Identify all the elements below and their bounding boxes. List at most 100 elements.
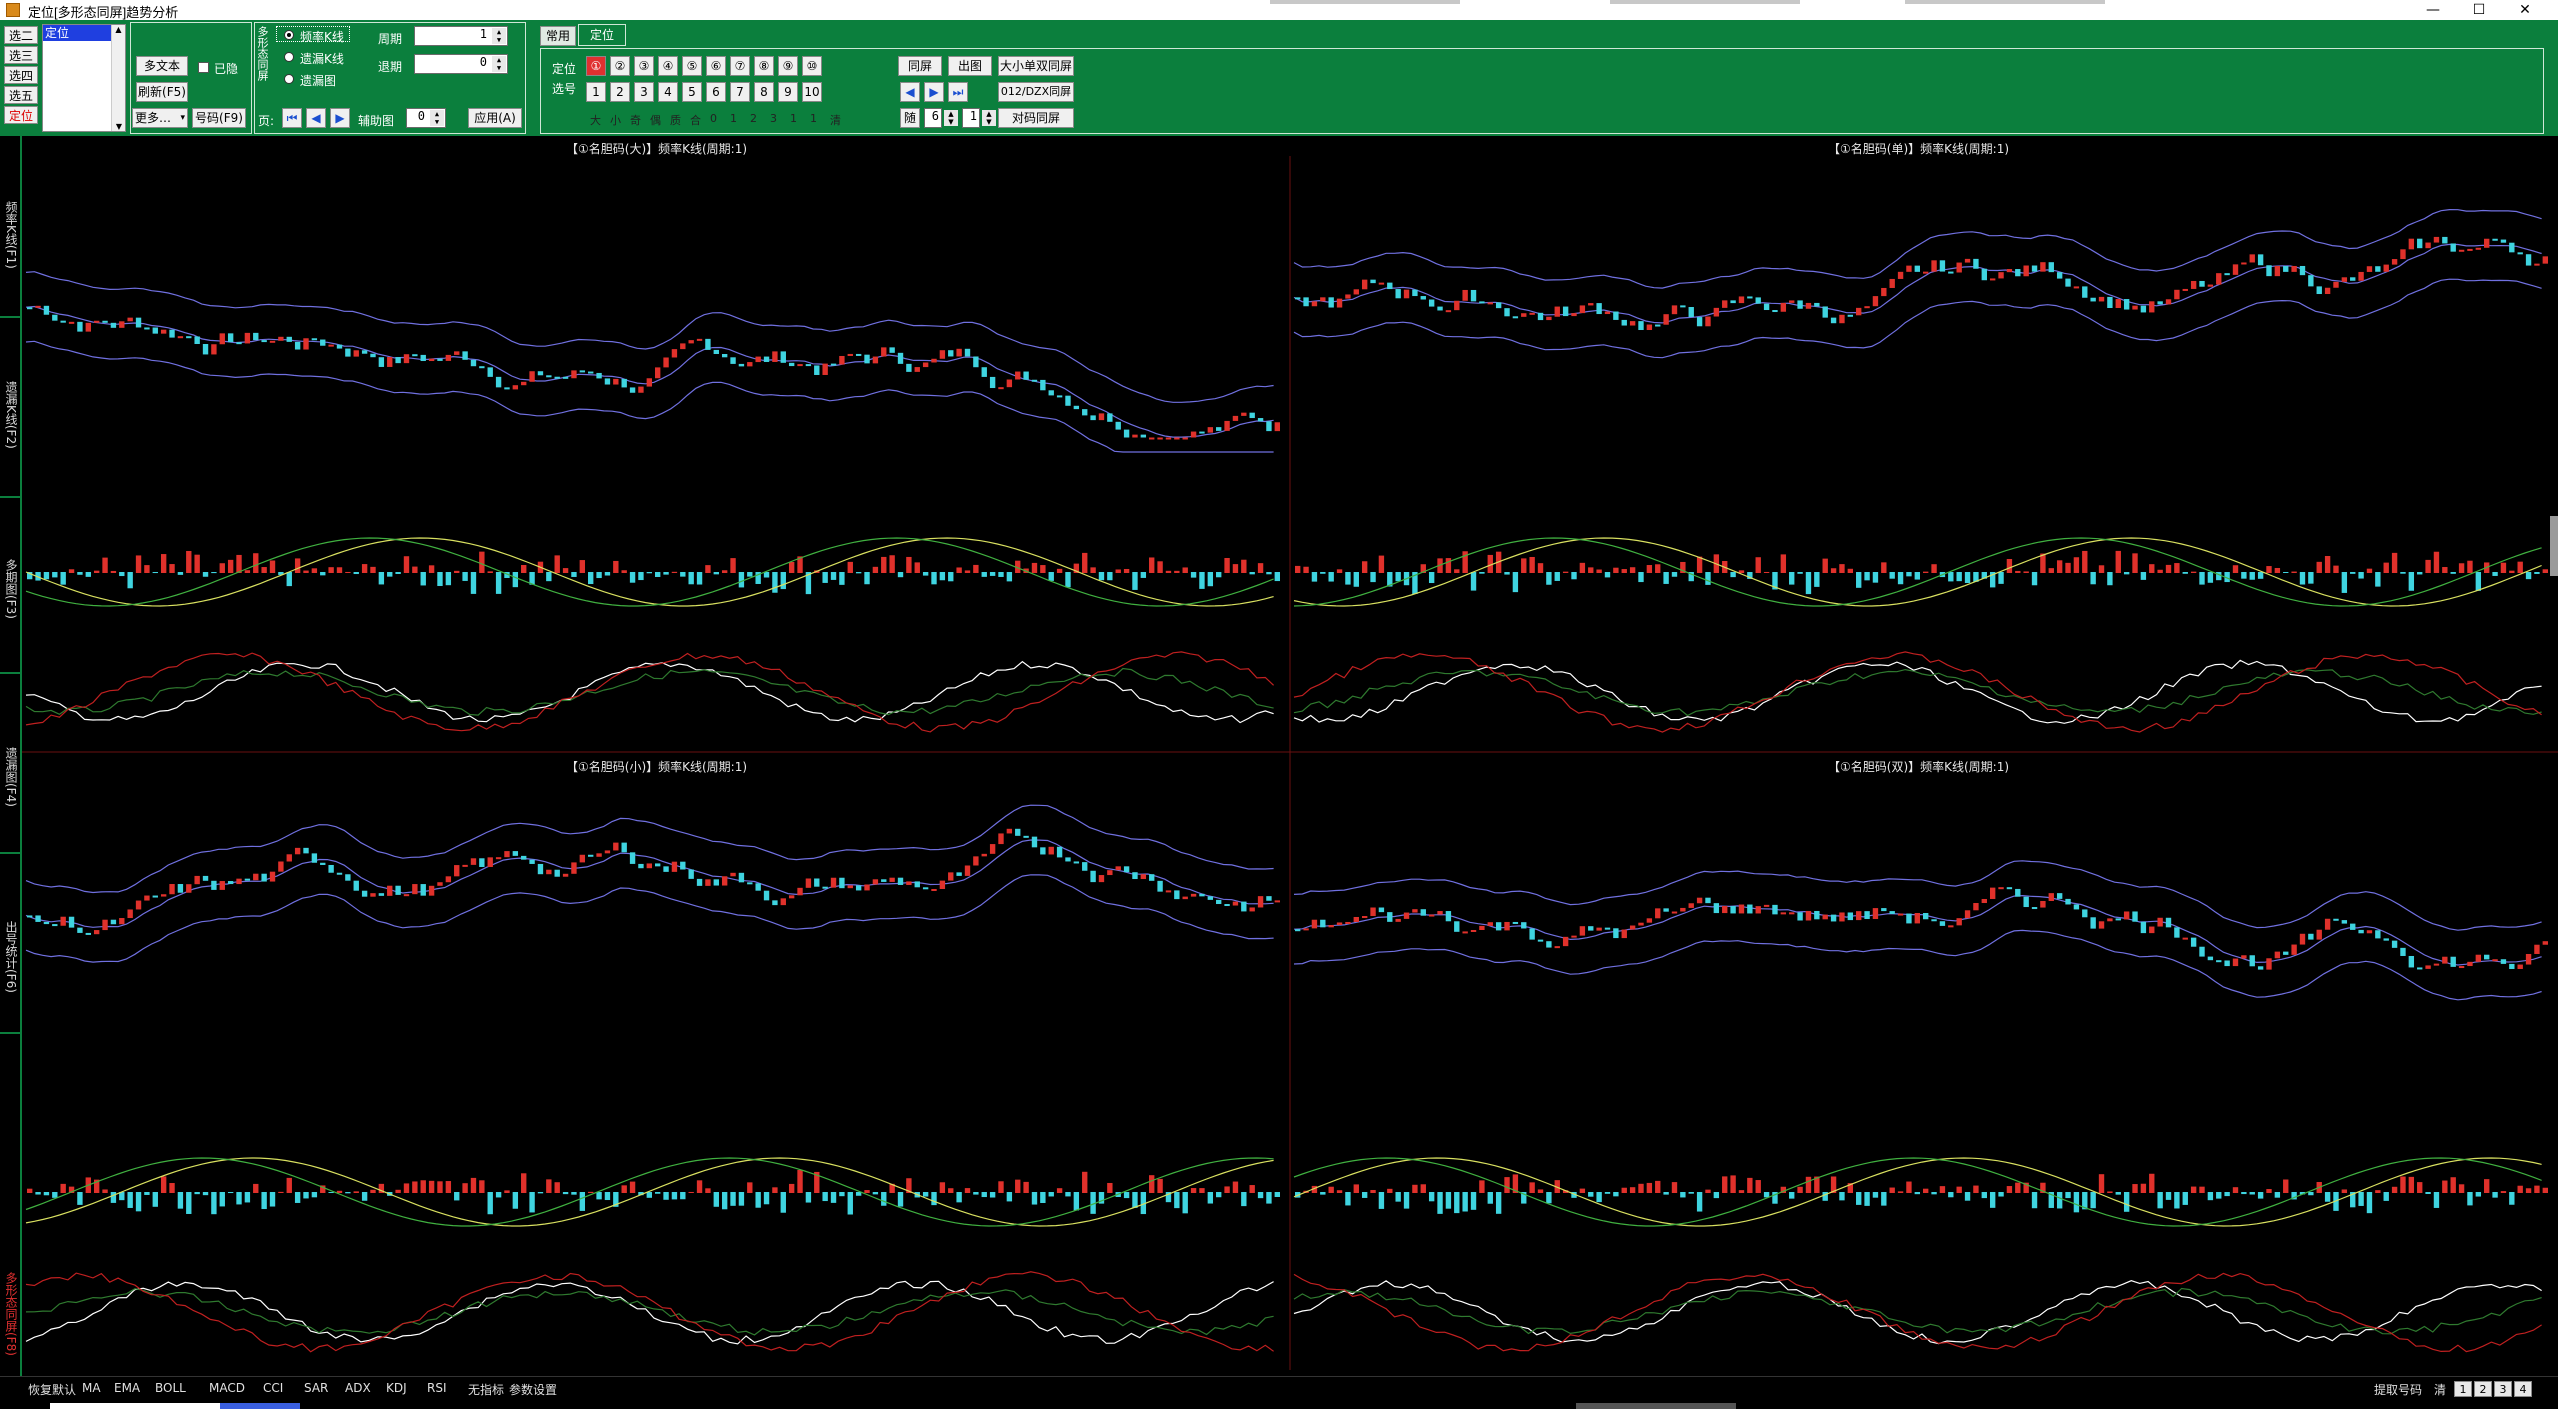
mod-same-screen-button[interactable]: 012/DZX同屏 xyxy=(998,82,1074,102)
back-period-input[interactable]: 0 ▲ ▼ xyxy=(414,54,508,74)
scroll-down-icon[interactable]: ▼ xyxy=(112,122,126,131)
side-tab-omission-chart[interactable]: 遗漏图(F4) xyxy=(2,722,20,832)
filter-label[interactable]: 1 xyxy=(730,112,737,125)
random-label[interactable]: 随 xyxy=(900,108,920,128)
period-spinner[interactable]: ▲ ▼ xyxy=(492,28,506,44)
side-tab-omission-k[interactable]: 遗漏K线(F2) xyxy=(2,350,20,480)
back-period-spinner[interactable]: ▲ ▼ xyxy=(492,56,506,72)
indicator-item[interactable]: SAR xyxy=(304,1381,328,1395)
number-button-4[interactable]: 4 xyxy=(658,82,678,102)
minimize-button[interactable]: — xyxy=(2410,0,2456,20)
clear-label[interactable]: 清 xyxy=(2434,1381,2446,1398)
filter-label[interactable]: 清 xyxy=(830,112,841,128)
list-item-selected[interactable]: 定位 xyxy=(43,25,111,41)
filter-label[interactable]: 3 xyxy=(770,112,777,125)
apply-button[interactable]: 应用(A) xyxy=(468,108,522,128)
filter-label[interactable]: 质 xyxy=(670,112,681,128)
prev-page-icon[interactable]: ◀ xyxy=(306,108,326,128)
multitext-button[interactable]: 多文本 xyxy=(136,56,188,76)
maximize-button[interactable]: ☐ xyxy=(2456,0,2502,20)
number-button-2[interactable]: 2 xyxy=(610,82,630,102)
radio-omission-k[interactable] xyxy=(284,52,294,62)
indicator-item[interactable]: RSI xyxy=(427,1381,447,1395)
radio-omission-chart[interactable] xyxy=(284,74,294,84)
position-button-5[interactable]: ⑤ xyxy=(682,56,702,76)
next-page-icon[interactable]: ▶ xyxy=(330,108,350,128)
filter-label[interactable]: 2 xyxy=(750,112,757,125)
tab-common[interactable]: 常用 xyxy=(540,26,576,46)
number-button-1[interactable]: 1 xyxy=(586,82,606,102)
chart-canvas[interactable] xyxy=(22,136,2558,1376)
radio-frequency-k[interactable] xyxy=(284,30,294,40)
filter-label[interactable]: 1 xyxy=(810,112,817,125)
nav-button-select2[interactable]: 选二 xyxy=(4,26,38,44)
code-same-screen-button[interactable]: 对码同屏 xyxy=(998,108,1074,128)
indicator-item[interactable]: 无指标 xyxy=(468,1381,504,1398)
next-icon[interactable]: ▶ xyxy=(924,82,944,102)
nav-button-select4[interactable]: 选四 xyxy=(4,66,38,84)
first-page-icon[interactable]: ⏮ xyxy=(282,108,302,128)
number-button[interactable]: 号码(F9) xyxy=(192,108,246,128)
size-odd-same-screen-button[interactable]: 大小单双同屏 xyxy=(998,56,1074,76)
page-button-3[interactable]: 3 xyxy=(2494,1381,2512,1397)
same-screen-button[interactable]: 同屏 xyxy=(898,56,942,76)
random-count-spinner[interactable]: ▲ ▼ xyxy=(982,110,996,126)
filter-label[interactable]: 大 xyxy=(590,112,601,128)
refresh-button[interactable]: 刷新(F5) xyxy=(136,82,188,102)
indicator-item[interactable]: MACD xyxy=(209,1381,245,1395)
random-count-input[interactable]: 1 xyxy=(962,108,980,128)
indicator-item[interactable]: EMA xyxy=(114,1381,140,1395)
indicator-item[interactable]: KDJ xyxy=(386,1381,407,1395)
filter-label[interactable]: 奇 xyxy=(630,112,641,128)
page-button-4[interactable]: 4 xyxy=(2514,1381,2532,1397)
more-select[interactable]: 更多… ▾ xyxy=(132,108,188,128)
position-button-8[interactable]: ⑧ xyxy=(754,56,774,76)
number-button-3[interactable]: 3 xyxy=(634,82,654,102)
side-tab-multi-period[interactable]: 多期图(F3) xyxy=(2,534,20,644)
scroll-up-icon[interactable]: ▲ xyxy=(112,25,125,34)
side-tab-frequency-k[interactable]: 频率K线(F1) xyxy=(2,170,20,300)
position-button-7[interactable]: ⑦ xyxy=(730,56,750,76)
period-input[interactable]: 1 ▲ ▼ xyxy=(414,26,508,46)
filter-label[interactable]: 合 xyxy=(690,112,701,128)
indicator-item[interactable]: 恢复默认 xyxy=(28,1381,76,1398)
nav-button-position[interactable]: 定位 xyxy=(4,106,38,124)
number-button-6[interactable]: 6 xyxy=(706,82,726,102)
filter-label[interactable]: 0 xyxy=(710,112,717,125)
assist-input[interactable]: 0 ▲ ▼ xyxy=(406,108,446,128)
chart-scrollbar-thumb[interactable] xyxy=(2550,516,2558,576)
tab-position[interactable]: 定位 xyxy=(578,24,626,46)
number-button-5[interactable]: 5 xyxy=(682,82,702,102)
draw-button[interactable]: 出图 xyxy=(948,56,992,76)
position-button-3[interactable]: ③ xyxy=(634,56,654,76)
page-button-1[interactable]: 1 xyxy=(2454,1381,2472,1397)
scroll-thumb[interactable] xyxy=(220,1403,300,1409)
number-button-7[interactable]: 7 xyxy=(730,82,750,102)
extract-number-label[interactable]: 提取号码 xyxy=(2374,1381,2422,1398)
indicator-item[interactable]: 参数设置 xyxy=(509,1381,557,1398)
filter-label[interactable]: 1 xyxy=(790,112,797,125)
number-button-8[interactable]: 8 xyxy=(754,82,774,102)
hide-checkbox[interactable] xyxy=(198,62,209,73)
nav-button-select3[interactable]: 选三 xyxy=(4,46,38,64)
position-button-6[interactable]: ⑥ xyxy=(706,56,726,76)
random-input[interactable]: 6 xyxy=(924,108,942,128)
side-tab-multi-form[interactable]: 多形态同屏(F8) xyxy=(2,1254,20,1374)
side-tab-statistics[interactable]: 出号统计(F6) xyxy=(2,892,20,1022)
position-button-9[interactable]: ⑨ xyxy=(778,56,798,76)
position-button-1[interactable]: ① xyxy=(586,56,606,76)
assist-spinner[interactable]: ▲ ▼ xyxy=(430,110,444,126)
indicator-item[interactable]: MA xyxy=(82,1381,101,1395)
position-button-10[interactable]: ⑩ xyxy=(802,56,822,76)
nav-button-select5[interactable]: 选五 xyxy=(4,86,38,104)
close-button[interactable]: ✕ xyxy=(2502,0,2548,20)
prev-icon[interactable]: ◀ xyxy=(900,82,920,102)
indicator-item[interactable]: CCI xyxy=(263,1381,283,1395)
number-button-9[interactable]: 9 xyxy=(778,82,798,102)
position-button-4[interactable]: ④ xyxy=(658,56,678,76)
position-button-2[interactable]: ② xyxy=(610,56,630,76)
list-scrollbar[interactable]: ▲ ▼ xyxy=(111,25,125,131)
number-button-10[interactable]: 10 xyxy=(802,82,822,102)
filter-label[interactable]: 小 xyxy=(610,112,621,128)
indicator-item[interactable]: ADX xyxy=(345,1381,371,1395)
